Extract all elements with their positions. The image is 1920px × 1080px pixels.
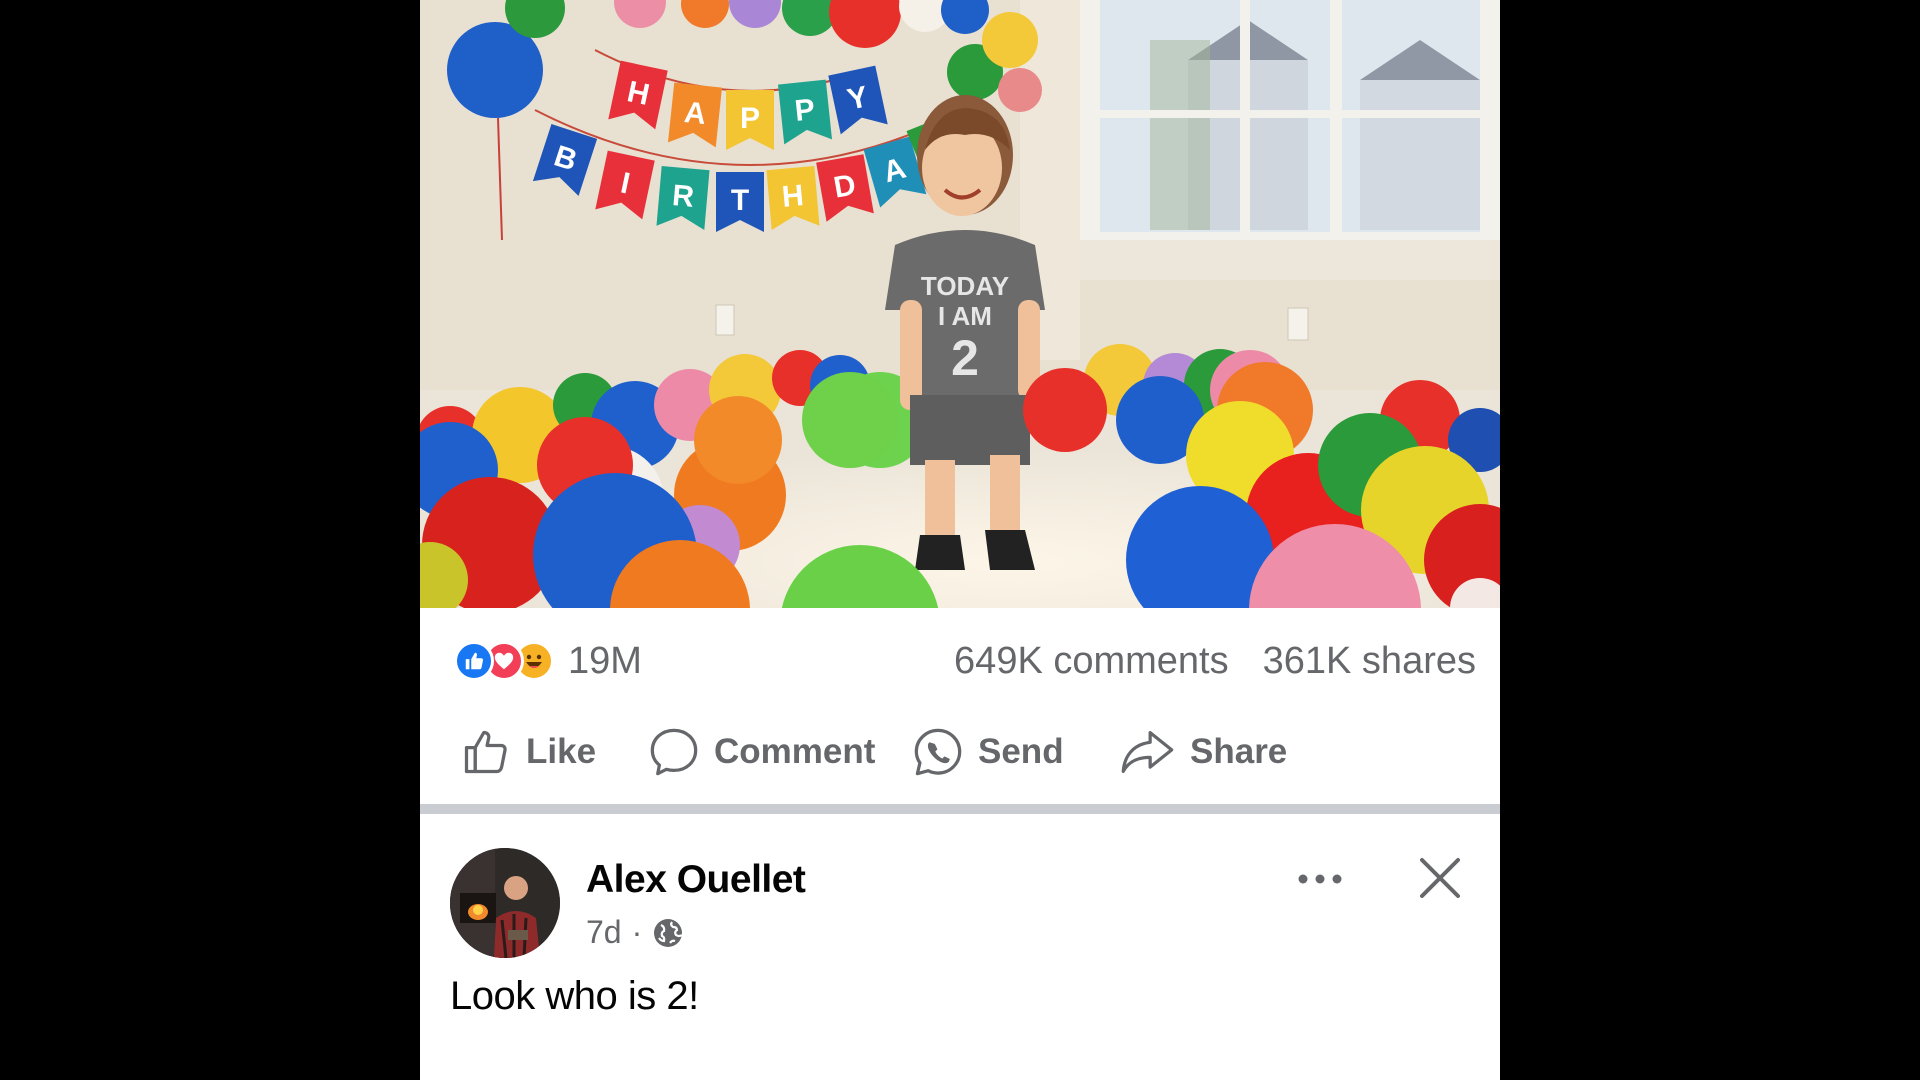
- meta-separator: ·: [631, 914, 643, 950]
- banner-letter: H: [781, 179, 805, 214]
- close-icon: [1420, 858, 1460, 898]
- banner-letter: T: [731, 184, 749, 217]
- banner-letter: P: [793, 93, 816, 128]
- feed-card: H A P P Y B I R T H D A Y: [420, 0, 1500, 1080]
- feed-divider: [420, 804, 1500, 814]
- share-label: Share: [1190, 732, 1288, 771]
- comment-button[interactable]: Comment: [648, 724, 875, 780]
- like-reaction-icon: [454, 641, 494, 681]
- send-label: Send: [978, 732, 1064, 771]
- hide-post-button[interactable]: [1410, 848, 1470, 908]
- post-action-bar: Like Comment Send Share: [420, 708, 1500, 804]
- comment-bubble-icon: [650, 728, 698, 776]
- profile-picture: [450, 848, 560, 958]
- reactions-summary[interactable]: 19M: [454, 638, 642, 684]
- post-timestamp[interactable]: 7d: [586, 914, 622, 951]
- shirt-text: I AM: [938, 301, 992, 331]
- more-options-button[interactable]: [1292, 864, 1348, 894]
- banner-letter: P: [740, 102, 760, 135]
- like-button[interactable]: Like: [460, 724, 596, 780]
- post-author-name[interactable]: Alex Ouellet: [586, 858, 806, 902]
- send-button[interactable]: Send: [912, 724, 1064, 780]
- banner-letter: A: [683, 96, 708, 131]
- shares-count[interactable]: 361K shares: [1263, 640, 1476, 683]
- share-arrow-icon: [1121, 731, 1174, 774]
- post-meta: 7d ·: [586, 914, 684, 951]
- post-caption: Look who is 2!: [450, 974, 699, 1018]
- comment-label: Comment: [714, 732, 876, 771]
- comments-count[interactable]: 649K comments: [954, 640, 1229, 683]
- like-label: Like: [526, 732, 597, 771]
- birthday-photo-illustration: H A P P Y B I R T H D A Y: [420, 0, 1500, 608]
- share-button[interactable]: Share: [1120, 724, 1287, 780]
- reaction-count: 19M: [568, 639, 642, 682]
- post-stats: 19M 649K comments 361K shares: [420, 608, 1500, 708]
- globe-icon: [654, 918, 683, 947]
- shirt-text: 2: [951, 330, 979, 386]
- avatar[interactable]: [450, 848, 560, 958]
- banner-letter: R: [671, 179, 696, 214]
- next-post-card: Alex Ouellet 7d · Look who is 2!: [420, 814, 1500, 1080]
- shirt-text: TODAY: [921, 271, 1009, 301]
- thumbs-up-icon: [464, 730, 507, 774]
- post-photo[interactable]: H A P P Y B I R T H D A Y: [420, 0, 1500, 608]
- whatsapp-icon: [914, 728, 962, 776]
- ellipsis-icon: [1298, 874, 1342, 884]
